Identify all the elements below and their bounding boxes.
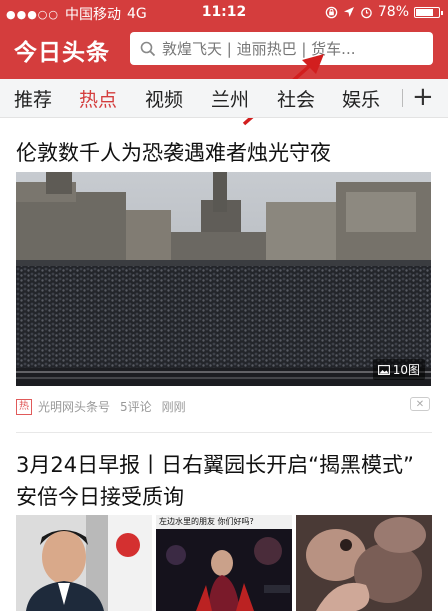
rotation-lock-icon	[325, 6, 338, 18]
article-divider	[16, 432, 432, 433]
article-thumbnail[interactable]	[16, 515, 152, 611]
battery-percent: 78%	[377, 4, 409, 20]
article-title[interactable]: 伦敦数千人为恐袭遇难者烛光守夜	[16, 137, 331, 167]
trafalgar-square-photo	[16, 172, 431, 386]
article-time: 刚刚	[161, 400, 186, 414]
stage-photo	[156, 515, 292, 611]
article-thumbnail[interactable]: 左边水里的朋友 你们好吗?	[156, 515, 292, 611]
politician-photo	[16, 515, 152, 611]
crowd-closeup-photo	[296, 515, 432, 611]
article-title[interactable]: 3月24日早报丨日右翼园长开启“揭黑模式” 安倍今日接受质询	[16, 449, 436, 513]
article-meta: 热 光明网头条号 5评论 刚刚	[16, 398, 196, 415]
tab-recommend[interactable]: 推荐	[14, 85, 52, 112]
tab-entertainment[interactable]: 娱乐	[342, 85, 380, 112]
search-bar[interactable]: 敦煌飞天 | 迪丽热巴 | 货车...	[130, 32, 433, 65]
app-logo[interactable]: 今日头条	[14, 33, 110, 67]
article-thumbnail[interactable]	[296, 515, 432, 611]
dismiss-button[interactable]: ✕	[410, 397, 430, 411]
location-icon	[343, 7, 354, 17]
status-bar: ●●●○○ 中国移动 4G 11:12 78%	[0, 0, 448, 26]
battery-level	[416, 8, 433, 16]
channel-tabs: 推荐 热点 视频 兰州 社会 娱乐 +	[0, 79, 448, 118]
tab-lanzhou[interactable]: 兰州	[211, 85, 249, 112]
thumb-caption: 左边水里的朋友 你们好吗?	[159, 517, 254, 526]
tab-society[interactable]: 社会	[277, 85, 315, 112]
tabs-divider	[402, 89, 403, 107]
alarm-icon	[361, 7, 372, 18]
search-placeholder: 敦煌飞天 | 迪丽热巴 | 货车...	[162, 40, 356, 58]
tab-video[interactable]: 视频	[145, 85, 183, 112]
tab-hot[interactable]: 热点	[79, 85, 117, 112]
battery-icon	[414, 6, 443, 18]
hot-badge: 热	[16, 398, 32, 415]
add-channel-button[interactable]: +	[412, 82, 434, 112]
article-source[interactable]: 光明网头条号	[38, 398, 110, 415]
article-photo[interactable]: 10图	[16, 172, 431, 386]
search-icon	[140, 41, 156, 56]
gallery-icon	[377, 364, 390, 375]
image-count-badge: 10图	[372, 359, 425, 380]
app-header: ●●●○○ 中国移动 4G 11:12 78% 今日头条 敦煌飞天 | 迪丽热巴…	[0, 0, 448, 79]
article-comments: 5评论	[120, 400, 152, 414]
image-count: 10图	[392, 363, 420, 377]
